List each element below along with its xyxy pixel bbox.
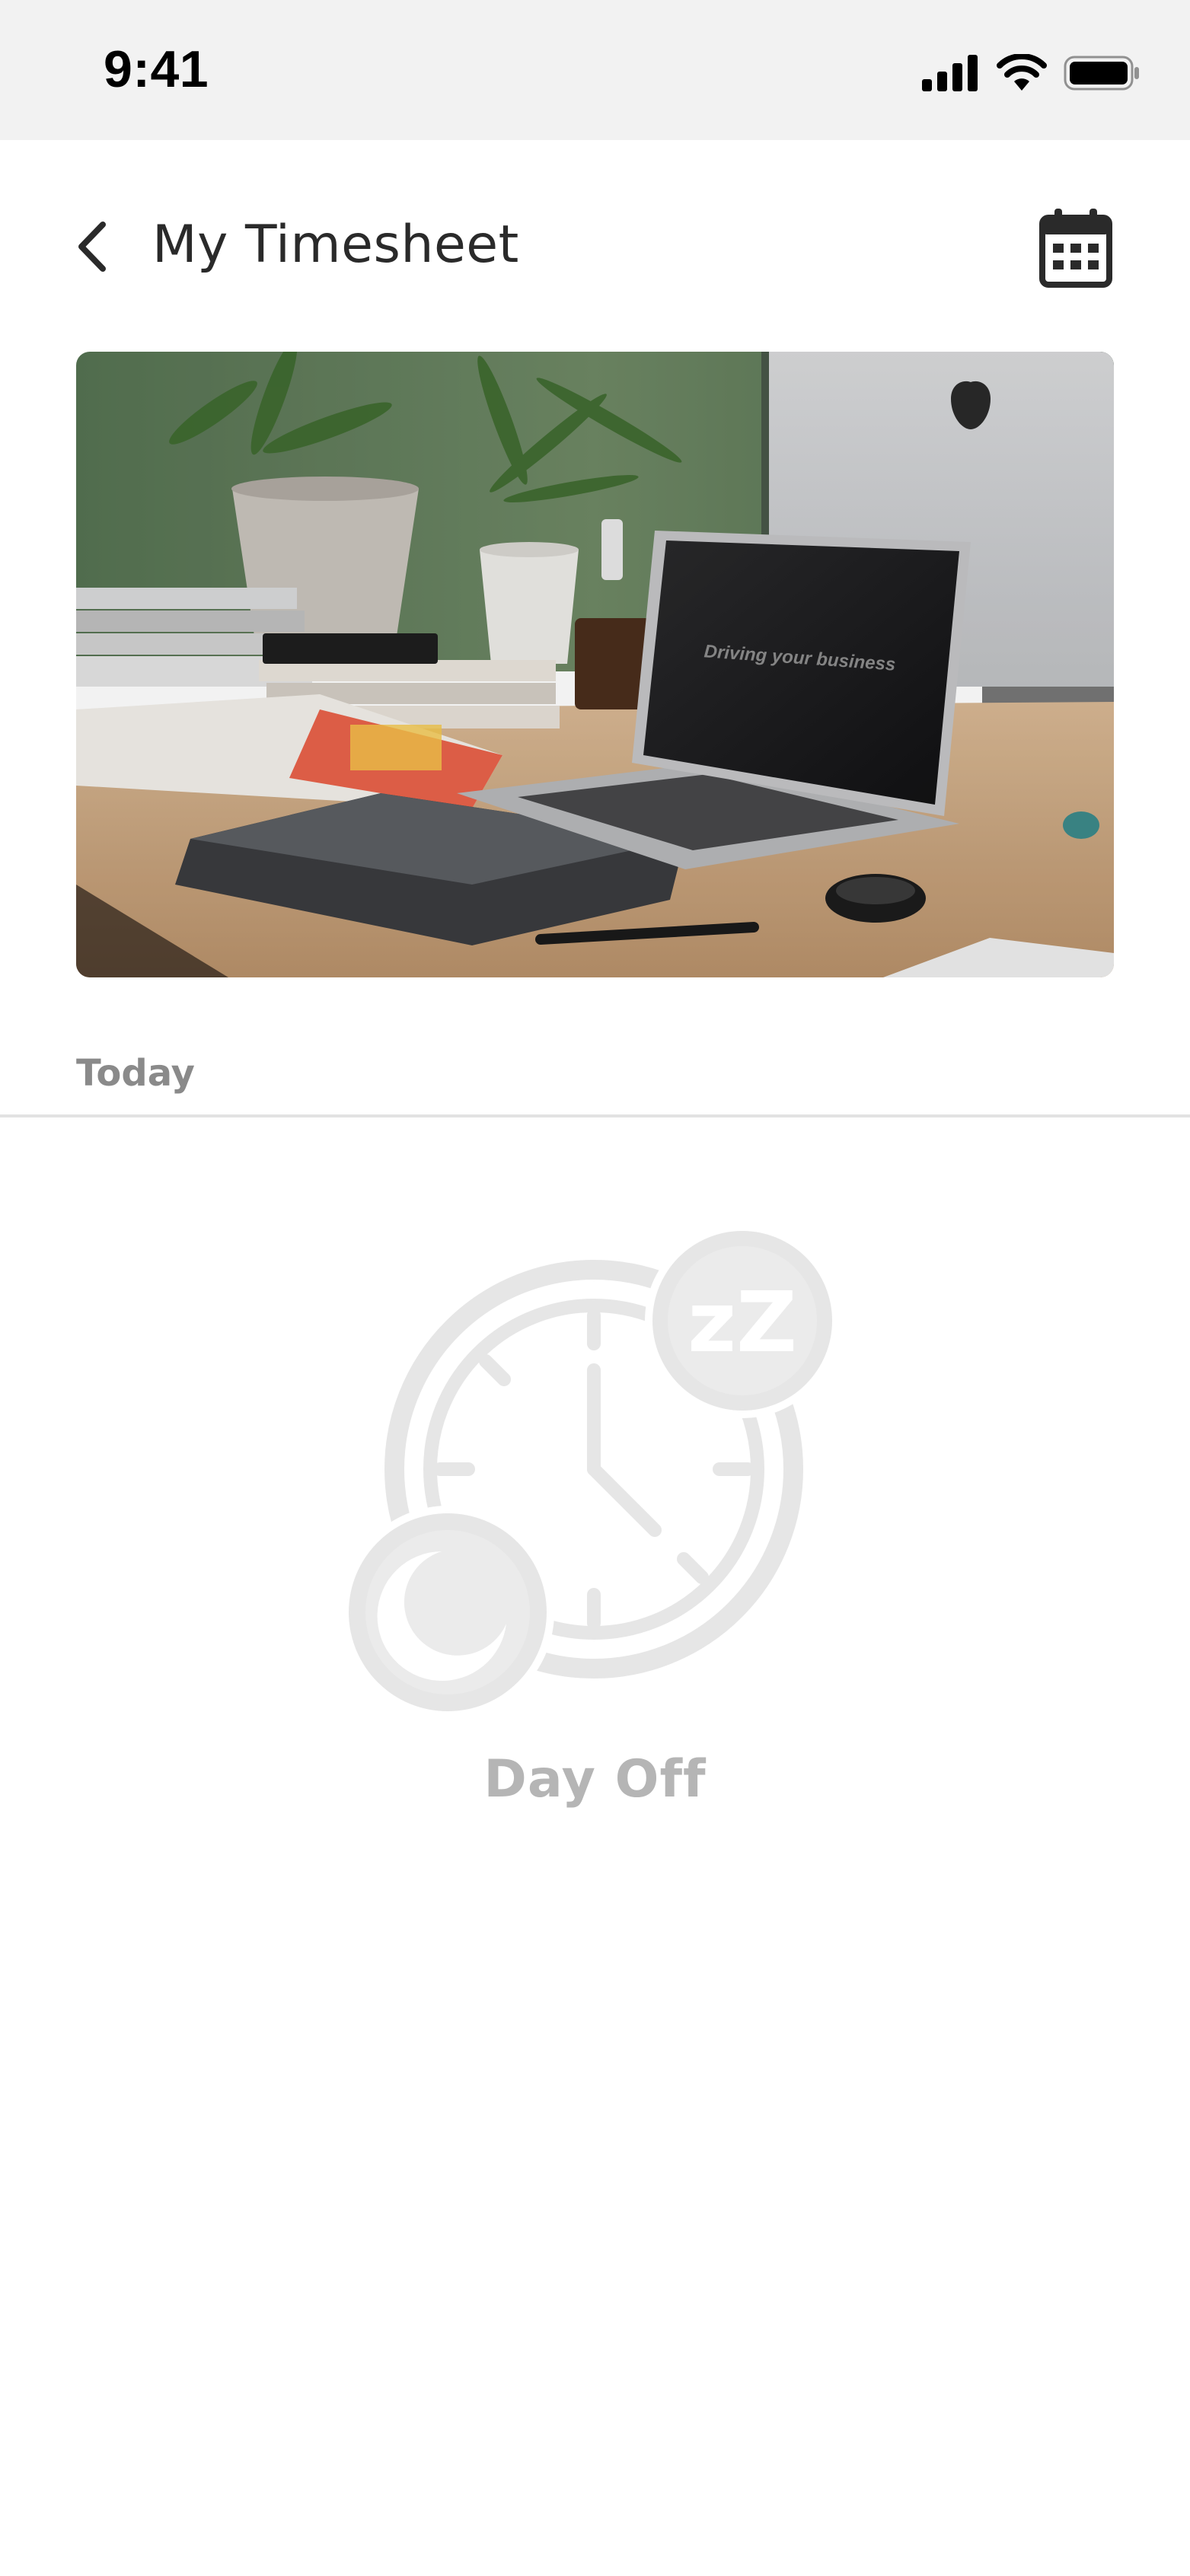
back-button[interactable] bbox=[64, 216, 119, 277]
status-time: 9:41 bbox=[104, 40, 209, 98]
status-icons bbox=[922, 50, 1141, 96]
battery-icon bbox=[1064, 56, 1139, 91]
desk-laptop-illustration: Driving your business bbox=[76, 352, 1114, 977]
app-header: My Timesheet bbox=[0, 140, 1190, 353]
calendar-icon bbox=[1039, 209, 1112, 288]
empty-state-illustration: zZ bbox=[341, 1218, 860, 1720]
section-label-today: Today bbox=[76, 1052, 195, 1095]
wifi-icon bbox=[997, 54, 1047, 91]
empty-state-label: Day Off bbox=[483, 1749, 707, 1809]
cellular-signal-icon bbox=[922, 55, 978, 91]
hero-image: Driving your business bbox=[76, 352, 1114, 977]
chevron-left-icon bbox=[78, 222, 106, 272]
divider bbox=[0, 1114, 1190, 1117]
timesheet-screen: 9:41 My Timesheet Driving your business … bbox=[0, 0, 1190, 2576]
clock-sleep-moon-icon: zZ bbox=[341, 1223, 840, 1719]
sleep-zz-text: zZ bbox=[688, 1274, 797, 1371]
calendar-button[interactable] bbox=[1038, 206, 1114, 289]
status-bar: 9:41 bbox=[0, 0, 1190, 140]
page-title: My Timesheet bbox=[152, 215, 519, 275]
